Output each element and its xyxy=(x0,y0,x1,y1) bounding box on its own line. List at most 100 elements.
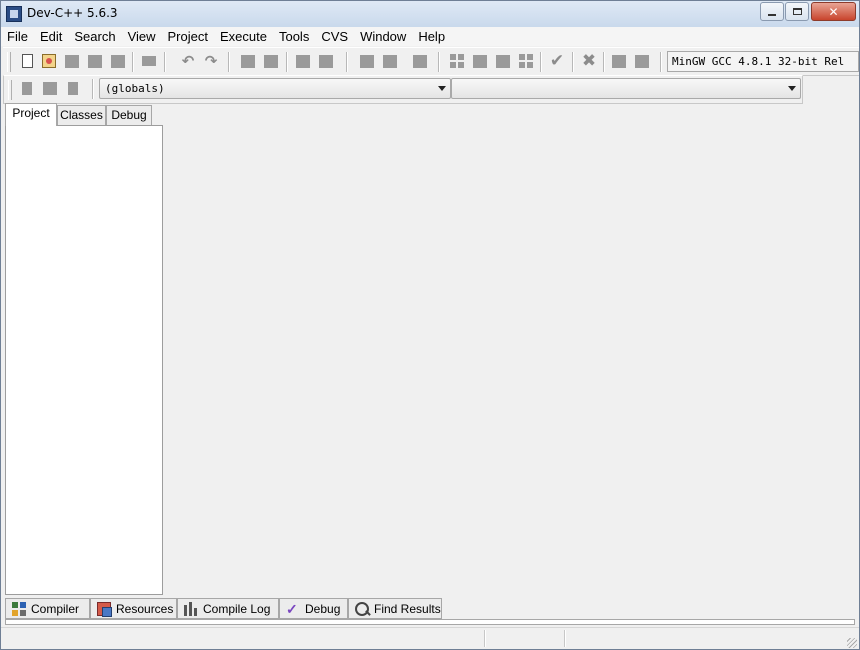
scope-combo-value: (globals) xyxy=(105,82,165,95)
main-window: Dev-C++ 5.6.3 ✕ File Edit Search View Pr… xyxy=(0,0,860,650)
insert-icon xyxy=(22,81,32,95)
menu-edit[interactable]: Edit xyxy=(34,27,68,46)
resize-grip-icon[interactable] xyxy=(847,638,857,648)
save-all-icon xyxy=(88,54,102,68)
toolbar-separator xyxy=(540,52,542,72)
tab-resources[interactable]: Resources xyxy=(90,598,177,619)
compile-log-icon xyxy=(184,601,198,616)
chevron-down-icon xyxy=(438,86,446,91)
goto-line-icon xyxy=(296,54,310,68)
insert-button[interactable] xyxy=(18,79,36,97)
stop-execution-button[interactable]: ✖ xyxy=(580,51,598,71)
compile-run-icon xyxy=(496,54,510,68)
menu-execute[interactable]: Execute xyxy=(214,27,273,46)
close-icon: ✕ xyxy=(828,4,839,19)
save-all-button[interactable] xyxy=(86,52,104,70)
open-file-icon xyxy=(42,54,56,68)
remove-from-project-icon xyxy=(383,54,397,68)
status-separator xyxy=(484,630,486,647)
toolbar-separator xyxy=(438,52,440,72)
menu-project[interactable]: Project xyxy=(162,27,214,46)
menu-search[interactable]: Search xyxy=(68,27,121,46)
tab-compiler[interactable]: Compiler xyxy=(5,598,90,619)
redo-button[interactable]: ↷ xyxy=(202,52,220,70)
undo-button[interactable]: ↶ xyxy=(179,52,197,70)
tab-resources-label: Resources xyxy=(116,601,174,616)
toggle-bookmark-button[interactable] xyxy=(41,79,59,97)
save-button[interactable] xyxy=(63,52,81,70)
run-button[interactable] xyxy=(471,52,489,70)
project-options-icon xyxy=(413,54,427,68)
rebuild-all-button[interactable] xyxy=(517,52,535,70)
toggle-bookmark-icon xyxy=(43,81,57,95)
chevron-down-icon xyxy=(788,86,796,91)
profile-button[interactable] xyxy=(610,52,628,70)
bookmark-icon xyxy=(68,81,78,95)
menu-view[interactable]: View xyxy=(122,27,162,46)
window-title: Dev-C++ 5.6.3 xyxy=(27,6,118,20)
project-options-button[interactable] xyxy=(411,52,429,70)
tab-debug-output[interactable]: ✓ Debug xyxy=(279,598,348,619)
find-button[interactable] xyxy=(239,52,257,70)
save-icon xyxy=(65,54,79,68)
syntax-check-button[interactable]: ✔ xyxy=(548,51,566,71)
title-bar[interactable]: Dev-C++ 5.6.3 ✕ xyxy=(1,1,859,27)
bottom-panel-content[interactable] xyxy=(5,619,855,625)
goto-bookmark-2-button[interactable] xyxy=(64,79,82,97)
tab-compile-log-label: Compile Log xyxy=(203,601,271,616)
menu-bar: File Edit Search View Project Execute To… xyxy=(1,27,859,46)
replace-button[interactable] xyxy=(262,52,280,70)
print-icon xyxy=(142,56,156,66)
maximize-icon xyxy=(792,8,802,15)
class-toolbar: (globals) xyxy=(3,75,803,104)
stop-icon: ✖ xyxy=(581,51,597,71)
status-bar xyxy=(1,627,859,649)
project-tree-panel[interactable] xyxy=(5,125,163,595)
find-results-icon xyxy=(355,601,369,616)
tab-debug[interactable]: Debug xyxy=(106,105,152,125)
menu-window[interactable]: Window xyxy=(354,27,412,46)
maximize-button[interactable] xyxy=(785,2,809,21)
profile-icon xyxy=(612,54,626,68)
compile-button[interactable] xyxy=(448,52,466,70)
menu-file[interactable]: File xyxy=(1,27,34,46)
print-button[interactable] xyxy=(140,52,158,70)
tab-project[interactable]: Project xyxy=(5,103,57,126)
toolbar-separator xyxy=(603,52,605,72)
tab-find-results[interactable]: Find Results xyxy=(348,598,442,619)
compiler-selector[interactable]: MinGW GCC 4.8.1 32-bit Rel xyxy=(667,51,859,72)
run-icon xyxy=(473,54,487,68)
remove-from-project-button[interactable] xyxy=(381,52,399,70)
goto-bookmark-button[interactable] xyxy=(317,52,335,70)
menu-help[interactable]: Help xyxy=(412,27,451,46)
tab-compile-log[interactable]: Compile Log xyxy=(177,598,279,619)
close-file-button[interactable] xyxy=(109,52,127,70)
toolbar-separator xyxy=(228,52,230,72)
toolbar-separator xyxy=(286,52,288,72)
toolbar-separator xyxy=(92,79,94,99)
scope-combo[interactable]: (globals) xyxy=(99,78,451,99)
replace-icon xyxy=(264,54,278,68)
toolbar-separator xyxy=(346,52,348,72)
toolbar-grip[interactable] xyxy=(8,80,12,100)
devcpp-app-icon[interactable] xyxy=(6,6,22,22)
close-button[interactable]: ✕ xyxy=(811,2,856,21)
compile-run-button[interactable] xyxy=(494,52,512,70)
find-icon xyxy=(241,54,255,68)
new-file-button[interactable] xyxy=(18,52,36,70)
toolbar-grip[interactable] xyxy=(7,52,11,72)
check-icon: ✔ xyxy=(549,51,565,71)
menu-tools[interactable]: Tools xyxy=(273,27,315,46)
minimize-button[interactable] xyxy=(760,2,784,21)
delete-profile-button[interactable] xyxy=(633,52,651,70)
toolbar-separator xyxy=(572,52,574,72)
delete-profile-icon xyxy=(635,54,649,68)
member-combo[interactable] xyxy=(451,78,801,99)
menu-cvs[interactable]: CVS xyxy=(315,27,354,46)
add-to-project-button[interactable] xyxy=(358,52,376,70)
goto-line-button[interactable] xyxy=(294,52,312,70)
open-file-button[interactable] xyxy=(40,52,58,70)
tab-classes[interactable]: Classes xyxy=(57,105,106,125)
close-file-icon xyxy=(111,54,125,68)
compiler-icon xyxy=(12,601,26,616)
